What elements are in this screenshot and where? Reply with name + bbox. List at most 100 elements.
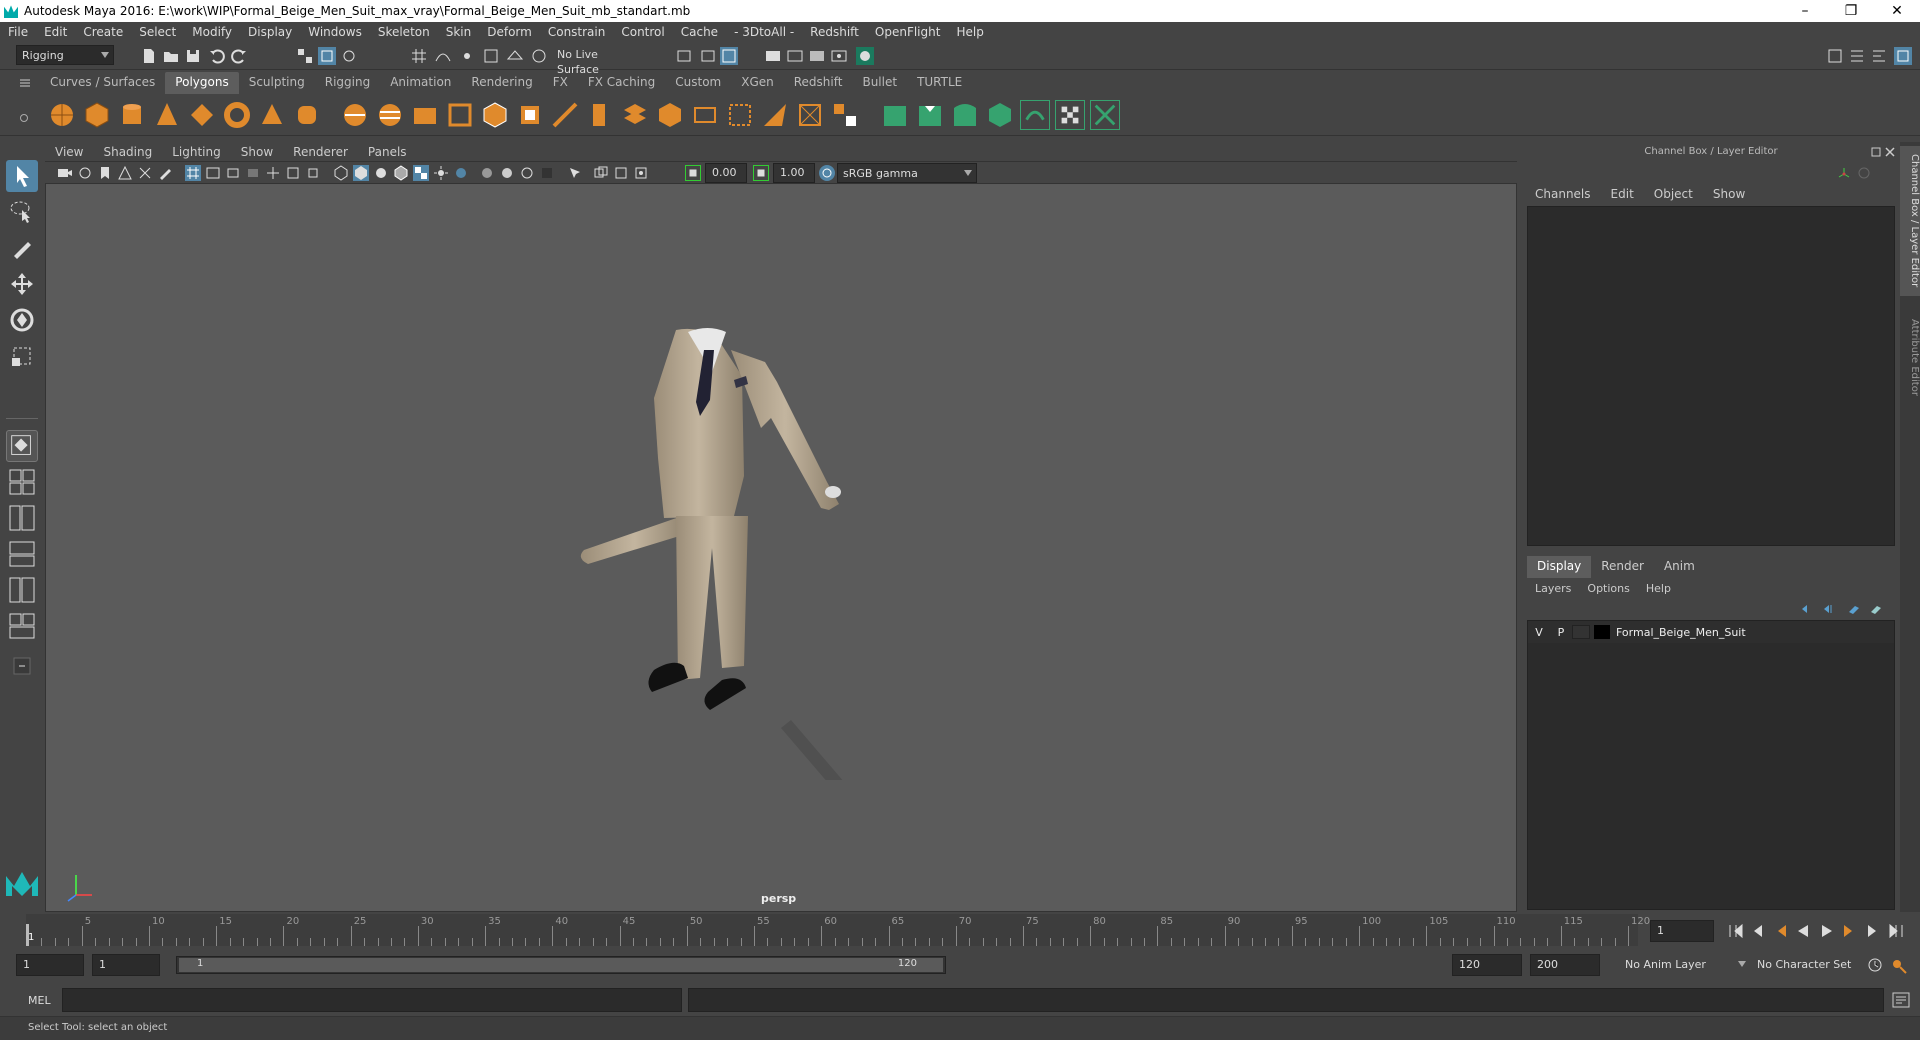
extract-icon[interactable] [410,100,440,130]
float-panel-icon[interactable] [1870,146,1882,158]
undo-icon[interactable] [208,47,226,65]
menu-select[interactable]: Select [131,25,184,39]
smooth-icon[interactable] [445,100,475,130]
merge-icon[interactable] [690,100,720,130]
collapse-icon[interactable] [795,100,825,130]
menu-control[interactable]: Control [613,25,672,39]
scene-end-field[interactable]: 200 [1530,954,1600,976]
character-set-dropdown[interactable]: No Character Set [1752,955,1864,975]
cylindrical-uv-icon[interactable] [915,100,945,130]
color-management-icon[interactable] [819,165,835,181]
shelf-tab-xgen[interactable]: XGen [731,72,784,94]
select-object-icon[interactable] [318,47,336,65]
2d-pan-zoom-icon[interactable] [137,165,153,181]
hypershade-layout-button[interactable] [6,574,38,606]
mirror-icon[interactable] [830,100,860,130]
hypershade-icon[interactable] [856,47,874,65]
menu-constrain[interactable]: Constrain [540,25,614,39]
script-editor-icon[interactable] [1892,992,1910,1008]
camera-select-icon[interactable] [57,165,73,181]
grease-pencil-icon[interactable] [157,165,173,181]
uv-layout-button[interactable] [6,610,38,642]
shelf-tab-curves-surfaces[interactable]: Curves / Surfaces [40,72,165,94]
restore-button[interactable]: ❐ [1828,0,1874,22]
persp-outliner-layout-button[interactable] [6,502,38,534]
command-input[interactable] [62,988,682,1012]
channel-box-side-tab[interactable]: Channel Box / Layer Editor [1900,146,1920,296]
snap-surface-icon[interactable] [506,47,524,65]
layer-visibility-toggle[interactable]: V [1528,626,1550,639]
anim-layer-dropdown[interactable]: No Anim Layer [1620,955,1750,975]
resolution-gate-icon[interactable] [225,165,241,181]
render-view-icon[interactable] [764,47,782,65]
single-perspective-layout-button[interactable] [6,430,38,462]
layer-menu-help[interactable]: Help [1638,582,1679,595]
gamma-field[interactable]: 1.00 [773,163,815,183]
shelf-tab-custom[interactable]: Custom [665,72,731,94]
range-slider[interactable]: 1 120 [176,956,946,974]
bridge-icon[interactable] [480,100,510,130]
snap-view-icon[interactable] [482,47,500,65]
paint-select-tool-button[interactable] [6,232,38,264]
safe-title-icon[interactable] [305,165,321,181]
lasso-tool-button[interactable] [6,196,38,228]
script-language-toggle[interactable]: MEL [28,994,51,1007]
shelf-menu-icon[interactable] [18,76,32,90]
rotate-tool-button[interactable] [6,304,38,336]
channel-box-menu-show[interactable]: Show [1703,187,1755,201]
layer-color-swatch[interactable] [1594,625,1610,639]
poly-plane-icon[interactable] [187,100,217,130]
image-plane-icon[interactable] [117,165,133,181]
menu-create[interactable]: Create [75,25,131,39]
uv-editor-icon[interactable] [1020,100,1050,130]
move-tool-button[interactable] [6,268,38,300]
exposure-field[interactable]: 0.00 [705,163,747,183]
target-weld-icon[interactable] [655,100,685,130]
time-slider-track[interactable]: 5 10 15 20 25 30 35 40 45 50 55 60 65 70 75 80 85 90 95 100… [26,914,1650,946]
move-layer-up-icon[interactable] [1799,602,1813,616]
shelf-tab-fx[interactable]: FX [543,72,578,94]
channel-box-menu-object[interactable]: Object [1644,187,1703,201]
save-scene-icon[interactable] [184,47,202,65]
four-view-layout-button[interactable] [6,466,38,498]
attribute-editor-side-tab[interactable]: Attribute Editor [1900,302,1920,412]
use-default-material-icon[interactable] [373,165,389,181]
safe-action-icon[interactable] [285,165,301,181]
menu-file[interactable]: File [0,25,36,39]
viewport-menu-show[interactable]: Show [231,145,283,159]
channel-box-toggle-icon[interactable] [1894,47,1912,65]
viewport-menu-shading[interactable]: Shading [93,145,162,159]
viewport-menu-panels[interactable]: Panels [358,145,417,159]
scale-tool-button[interactable] [6,340,38,372]
textured-icon[interactable] [413,165,429,181]
append-polygon-icon[interactable] [725,100,755,130]
multisample-aa-icon[interactable] [519,165,535,181]
shelf-tab-rigging[interactable]: Rigging [315,72,380,94]
render-settings-icon[interactable] [830,47,848,65]
exposure-icon[interactable] [685,165,701,181]
suit-model[interactable] [576,320,1096,780]
playback-end-field[interactable]: 120 [1452,954,1522,976]
poly-cube-icon[interactable] [82,100,112,130]
ipr-render-icon[interactable] [808,47,826,65]
channel-box-menu-edit[interactable]: Edit [1601,187,1644,201]
layer-tab-anim[interactable]: Anim [1654,556,1705,578]
menu-modify[interactable]: Modify [184,25,240,39]
xray-joints-icon[interactable] [613,165,629,181]
grid-toggle-icon[interactable] [185,165,201,181]
bookmarks-icon[interactable] [97,165,113,181]
shelf-tab-animation[interactable]: Animation [380,72,461,94]
layer-name[interactable]: Formal_Beige_Men_Suit [1616,626,1746,639]
motion-blur-icon[interactable] [499,165,515,181]
modeling-toolkit-icon[interactable] [1826,47,1844,65]
shelf-tab-turtle[interactable]: TURTLE [907,72,972,94]
fill-hole-icon[interactable] [760,100,790,130]
scene-start-field[interactable]: 1 [16,954,84,976]
gate-mask-icon[interactable] [245,165,261,181]
minimize-button[interactable]: – [1782,0,1828,22]
move-layer-down-icon[interactable] [1821,602,1835,616]
viewport-menu-renderer[interactable]: Renderer [283,145,358,159]
output-ops-icon[interactable] [698,47,716,65]
new-layer-icon[interactable] [1869,602,1883,616]
select-hierarchy-icon[interactable] [296,47,314,65]
